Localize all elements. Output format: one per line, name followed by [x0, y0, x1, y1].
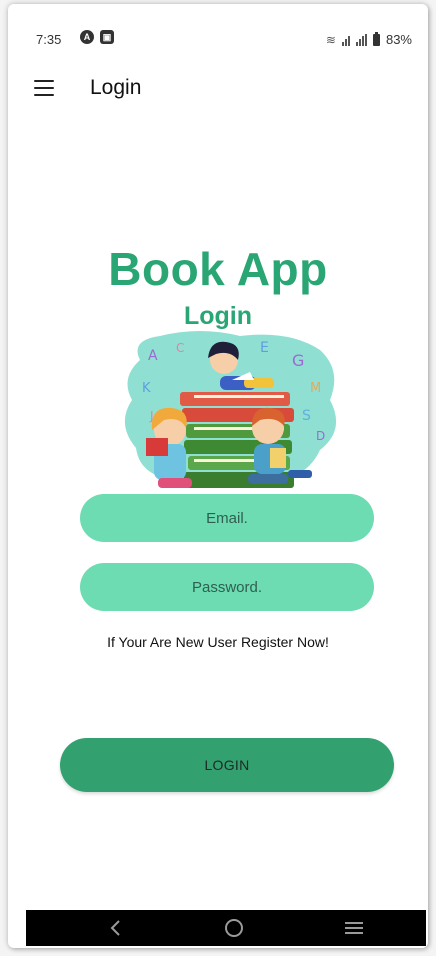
gallery-notification-icon: ▣ — [100, 30, 114, 44]
app-bar: Login — [8, 66, 428, 114]
status-right: ≋ 83% — [325, 31, 412, 47]
status-bar: 7:35 A ▣ ≋ 83% — [8, 4, 428, 74]
status-time: 7:35 — [36, 32, 62, 47]
back-icon[interactable] — [96, 910, 136, 946]
signal-icon-2 — [355, 33, 367, 46]
app-bar-title: Login — [90, 76, 142, 99]
home-icon[interactable] — [214, 910, 254, 946]
svg-text:K: K — [142, 381, 151, 396]
email-field[interactable] — [80, 494, 374, 542]
menu-icon[interactable] — [34, 80, 54, 96]
svg-text:S: S — [302, 408, 311, 424]
battery-level: 83% — [385, 32, 412, 47]
login-button[interactable]: LOGIN — [60, 738, 394, 792]
svg-text:C: C — [176, 341, 184, 355]
login-subheading: Login — [183, 302, 253, 330]
svg-text:D: D — [316, 429, 325, 443]
app-name-heading: Book App — [108, 243, 328, 295]
svg-text:M: M — [310, 381, 321, 396]
password-field[interactable] — [80, 563, 374, 611]
system-nav-bar — [26, 910, 426, 946]
phone-screen: 7:35 A ▣ ≋ 83% Login Book App Login A C … — [8, 4, 428, 948]
battery-icon — [372, 31, 380, 46]
notification-icon: A — [80, 30, 94, 44]
recents-icon[interactable] — [334, 910, 374, 946]
kids-reading-books-illustration: A C E G M K S J D — [124, 331, 337, 488]
register-link[interactable]: If Your Are New User Register Now! — [8, 634, 428, 650]
signal-icon — [341, 34, 350, 46]
svg-text:A: A — [148, 348, 158, 364]
svg-text:E: E — [260, 340, 269, 356]
svg-text:G: G — [292, 351, 304, 370]
wifi-icon: ≋ — [325, 32, 336, 47]
